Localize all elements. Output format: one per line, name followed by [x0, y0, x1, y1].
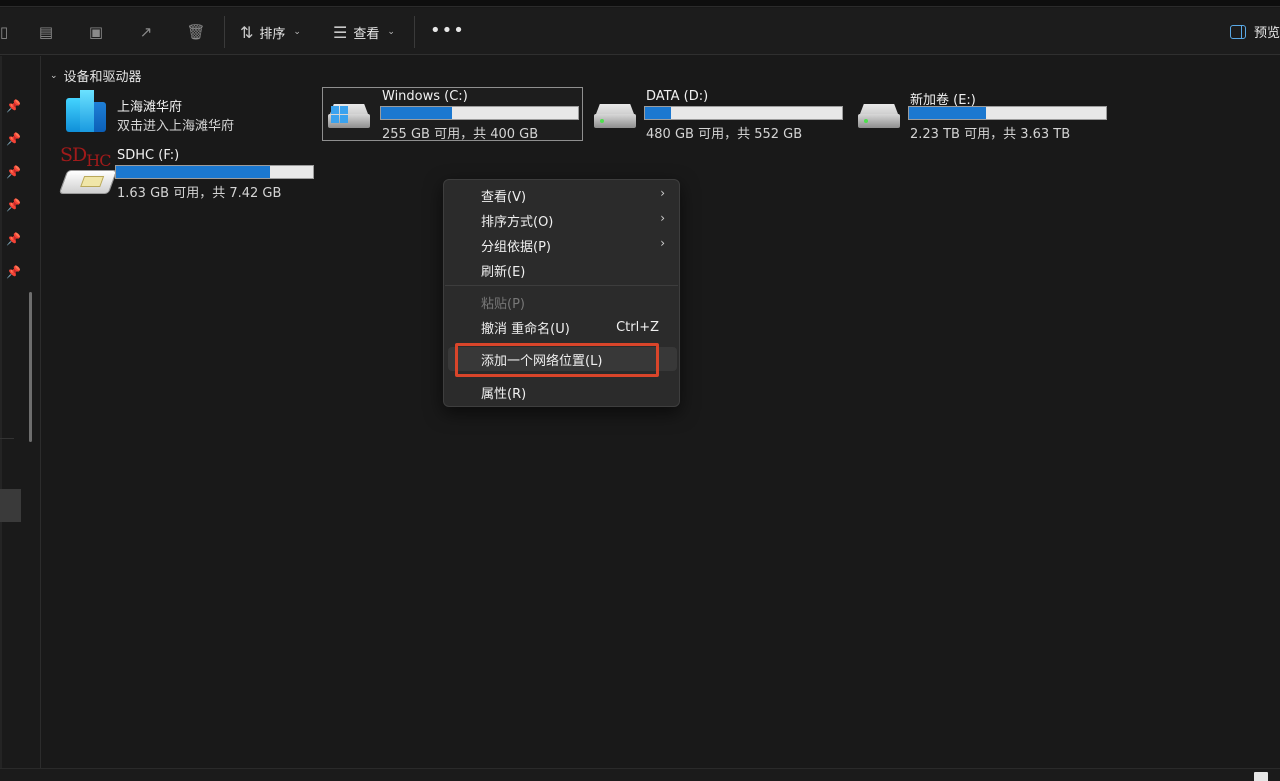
drive-item-c[interactable]: Windows (C:) 255 GB 可用，共 400 GB	[322, 87, 583, 142]
sort-label: 排序	[259, 26, 286, 42]
menu-item-label: 排序方式(O)	[481, 214, 554, 230]
drive-capacity-text: 255 GB 可用，共 400 GB	[382, 127, 539, 142]
toolbar-divider	[224, 16, 225, 48]
navigation-pane: 📌 📌 📌 📌 📌 📌	[0, 56, 41, 768]
delete-icon[interactable]: 🗑	[186, 22, 206, 42]
windows-logo-icon	[331, 106, 348, 123]
menu-item-label: 查看(V)	[481, 189, 527, 205]
nav-scrollbar[interactable]	[29, 292, 32, 442]
drive-name: Windows (C:)	[382, 89, 468, 104]
menu-item-view[interactable]: 查看(V) ›	[448, 183, 677, 207]
menu-item-undo-rename[interactable]: 撤消 重命名(U) Ctrl+Z	[448, 315, 677, 339]
title-strip	[0, 0, 1280, 7]
drive-capacity-text: 480 GB 可用，共 552 GB	[646, 127, 803, 142]
drive-name: DATA (D:)	[646, 89, 709, 104]
app-shortcut-item[interactable]: 上海滩华府 双击进入上海滩华府	[42, 56, 302, 146]
pin-icon[interactable]: 📌	[6, 232, 21, 246]
share-icon[interactable]: ↗	[136, 22, 156, 42]
menu-item-refresh[interactable]: 刷新(E)	[448, 258, 677, 282]
hard-drive-icon	[856, 104, 902, 134]
content-area[interactable]: ⌄ 设备和驱动器 上海滩华府 双击进入上海滩华府 Windows (C:) 25…	[42, 56, 1280, 768]
menu-item-label: 粘贴(P)	[481, 296, 525, 312]
capacity-fill	[645, 107, 671, 119]
menu-item-group-by[interactable]: 分组依据(P) ›	[448, 233, 677, 257]
capacity-bar	[115, 165, 314, 179]
drive-capacity-text: 2.23 TB 可用，共 3.63 TB	[910, 127, 1071, 142]
hard-drive-icon	[592, 104, 638, 134]
annotation-highlight-box	[455, 343, 659, 377]
capacity-bar	[644, 106, 843, 120]
menu-item-properties[interactable]: 属性(R)	[448, 380, 677, 404]
more-icon[interactable]: •••	[430, 22, 465, 40]
capacity-fill	[381, 107, 452, 119]
pin-icon[interactable]: 📌	[6, 265, 21, 279]
drive-item-e[interactable]: 新加卷 (E:) 2.23 TB 可用，共 3.63 TB	[851, 87, 1112, 142]
pin-icon[interactable]: 📌	[6, 198, 21, 212]
sort-button[interactable]: ⇅ 排序 ⌄	[240, 19, 301, 45]
sort-icon: ⇅	[240, 22, 254, 42]
hard-drive-icon	[326, 104, 372, 134]
drive-capacity-text: 1.63 GB 可用，共 7.42 GB	[117, 186, 282, 201]
drive-item-d[interactable]: DATA (D:) 480 GB 可用，共 552 GB	[587, 87, 848, 142]
menu-item-paste: 粘贴(P)	[448, 290, 677, 314]
item-name: 上海滩华府	[117, 100, 183, 115]
pane-edge	[0, 56, 2, 768]
pin-icon[interactable]: 📌	[6, 165, 21, 179]
rename-icon[interactable]: ▣	[86, 22, 106, 42]
menu-item-sort-by[interactable]: 排序方式(O) ›	[448, 208, 677, 232]
chevron-right-icon: ›	[660, 236, 665, 250]
view-icon: ☰	[333, 22, 348, 42]
chevron-right-icon: ›	[660, 186, 665, 200]
preview-pane-icon	[1230, 24, 1246, 39]
paste-icon[interactable]: ▤	[36, 22, 56, 42]
menu-item-label: 分组依据(P)	[481, 239, 551, 255]
pin-icon[interactable]: 📌	[6, 99, 21, 113]
chevron-down-icon: ⌄	[387, 27, 395, 37]
menu-separator	[445, 285, 678, 286]
status-bar	[0, 768, 1280, 781]
chevron-down-icon: ⌄	[293, 27, 301, 37]
capacity-fill	[909, 107, 986, 119]
drive-name: SDHC (F:)	[117, 148, 180, 163]
details-view-icon[interactable]	[1254, 772, 1268, 781]
chevron-right-icon: ›	[660, 211, 665, 225]
item-subtitle: 双击进入上海滩华府	[117, 119, 235, 134]
menu-item-label: 刷新(E)	[481, 264, 526, 280]
app-icon	[64, 90, 108, 134]
capacity-bar	[908, 106, 1107, 120]
preview-pane-button[interactable]: 预览	[1230, 22, 1280, 41]
pin-icon[interactable]: 📌	[6, 132, 21, 146]
toolbar-divider	[414, 16, 415, 48]
capacity-bar	[380, 106, 579, 120]
menu-item-label: 属性(R)	[481, 386, 527, 402]
view-label: 查看	[353, 26, 380, 42]
nav-divider	[0, 438, 14, 439]
drive-item-f[interactable]: SDHC SDHC (F:) 1.63 GB 可用，共 7.42 GB	[42, 144, 322, 204]
capacity-fill	[116, 166, 270, 178]
command-bar: ▯ ▤ ▣ ↗ 🗑 ⇅ 排序 ⌄ ☰ 查看 ⌄ ••• 预览	[0, 8, 1280, 55]
sd-card-icon: SDHC	[58, 144, 118, 196]
nav-selected-item[interactable]	[0, 489, 21, 522]
menu-item-label: 撤消 重命名(U)	[481, 321, 570, 337]
menu-item-shortcut: Ctrl+Z	[616, 320, 659, 335]
view-button[interactable]: ☰ 查看 ⌄	[333, 19, 395, 45]
preview-label: 预览	[1254, 26, 1280, 41]
copy-icon[interactable]: ▯	[0, 22, 14, 42]
